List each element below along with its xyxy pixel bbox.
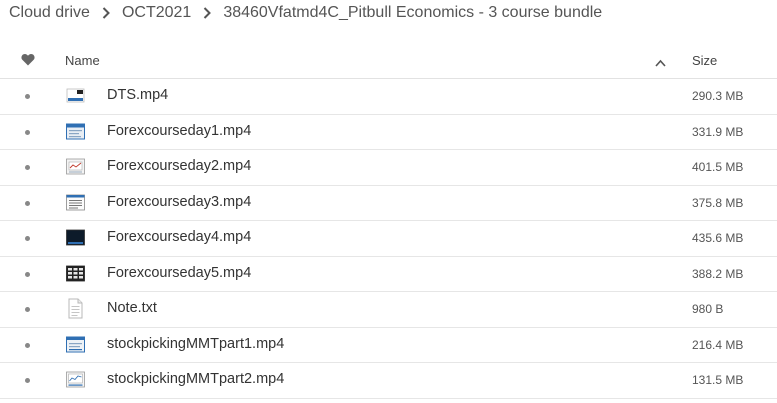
- file-size: 401.5 MB: [692, 160, 744, 174]
- favorite-dot-icon[interactable]: [25, 307, 30, 312]
- file-name[interactable]: Forexcourseday5.mp4: [107, 265, 251, 281]
- file-name[interactable]: Forexcourseday1.mp4: [107, 123, 251, 139]
- breadcrumb-oct2021[interactable]: OCT2021: [122, 4, 191, 22]
- heart-icon[interactable]: [21, 53, 35, 66]
- file-row[interactable]: Forexcourseday4.mp4 435.6 MB: [0, 221, 777, 257]
- favorite-dot-icon[interactable]: [25, 200, 30, 206]
- file-list: Name Size DTS.mp4 290.3 MB Forexcourseda…: [0, 43, 777, 399]
- chevron-right-icon: [102, 7, 110, 19]
- favorite-dot-icon[interactable]: [25, 271, 30, 277]
- file-size: 435.6 MB: [692, 231, 744, 245]
- favorite-dot-icon[interactable]: [25, 342, 30, 348]
- file-name[interactable]: Forexcourseday2.mp4: [107, 158, 251, 174]
- file-size: 131.5 MB: [692, 373, 744, 387]
- file-name[interactable]: stockpickingMMTpart1.mp4: [107, 336, 284, 352]
- column-header-name[interactable]: Name: [65, 53, 100, 68]
- video-thumbnail-icon: [66, 334, 85, 355]
- file-size: 388.2 MB: [692, 266, 744, 281]
- file-row[interactable]: stockpickingMMTpart2.mp4 131.5 MB: [0, 363, 777, 399]
- breadcrumb-current-folder[interactable]: 38460Vfatmd4C_Pitbull Economics - 3 cour…: [223, 4, 602, 22]
- file-row[interactable]: Forexcourseday3.mp4 375.8 MB: [0, 186, 777, 221]
- video-thumbnail-icon: [66, 121, 85, 142]
- file-row[interactable]: DTS.mp4 290.3 MB: [0, 79, 777, 115]
- favorite-dot-icon[interactable]: [25, 165, 30, 170]
- breadcrumb-cloud-drive[interactable]: Cloud drive: [9, 4, 90, 22]
- file-size: 290.3 MB: [692, 89, 744, 103]
- file-row[interactable]: Forexcourseday1.mp4 331.9 MB: [0, 115, 777, 150]
- file-list-header: Name Size: [0, 43, 777, 79]
- breadcrumb: Cloud drive OCT2021 38460Vfatmd4C_Pitbul…: [9, 3, 602, 23]
- text-file-icon: [66, 298, 85, 319]
- file-row[interactable]: Forexcourseday5.mp4 388.2 MB: [0, 257, 777, 292]
- video-thumbnail-icon: [66, 263, 85, 284]
- favorite-dot-icon[interactable]: [25, 129, 30, 135]
- chevron-right-icon: [203, 7, 212, 19]
- file-size: 331.9 MB: [692, 124, 744, 139]
- file-size: 216.4 MB: [692, 337, 744, 352]
- file-row[interactable]: stockpickingMMTpart1.mp4 216.4 MB: [0, 328, 777, 363]
- file-row[interactable]: Forexcourseday2.mp4 401.5 MB: [0, 150, 777, 186]
- favorite-dot-icon[interactable]: [25, 378, 30, 383]
- file-name[interactable]: Forexcourseday3.mp4: [107, 194, 251, 210]
- file-row[interactable]: Note.txt 980 B: [0, 292, 777, 328]
- video-thumbnail-icon: [66, 85, 85, 106]
- file-name[interactable]: Note.txt: [107, 300, 157, 316]
- column-header-size[interactable]: Size: [692, 53, 717, 68]
- video-thumbnail-icon: [66, 369, 85, 390]
- file-size: 375.8 MB: [692, 195, 744, 210]
- file-name[interactable]: DTS.mp4: [107, 87, 168, 103]
- favorite-dot-icon[interactable]: [25, 94, 30, 99]
- sort-ascending-icon[interactable]: [655, 55, 666, 67]
- file-name[interactable]: stockpickingMMTpart2.mp4: [107, 371, 284, 387]
- file-size: 980 B: [692, 302, 724, 316]
- video-thumbnail-icon: [66, 227, 85, 248]
- video-thumbnail-icon: [66, 192, 85, 213]
- favorite-dot-icon[interactable]: [25, 236, 30, 241]
- video-thumbnail-icon: [66, 156, 85, 177]
- file-name[interactable]: Forexcourseday4.mp4: [107, 229, 251, 245]
